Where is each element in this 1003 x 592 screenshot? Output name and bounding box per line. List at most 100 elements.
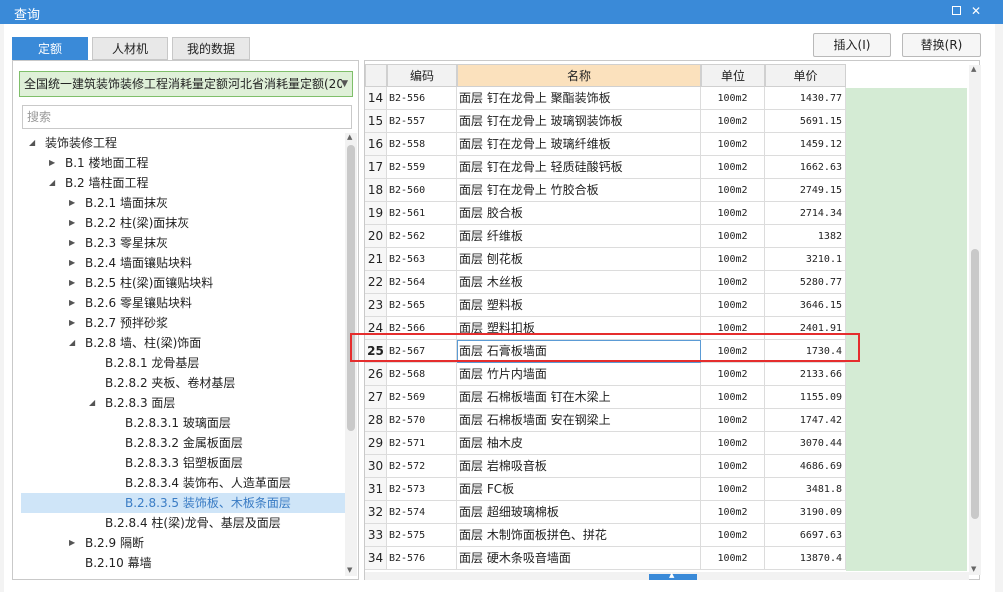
table-cell-num[interactable]: 28 xyxy=(365,409,387,432)
table-cell-price[interactable]: 1459.12 xyxy=(765,133,846,156)
table-cell-name[interactable]: 面层 FC板 xyxy=(457,478,701,501)
table-cell-name[interactable]: 面层 超细玻璃棉板 xyxy=(457,501,701,524)
table-cell-unit[interactable]: 100m2 xyxy=(701,524,765,547)
table-cell-price[interactable]: 1155.09 xyxy=(765,386,846,409)
table-cell-unit[interactable]: 100m2 xyxy=(701,156,765,179)
table-cell-price[interactable]: 6697.63 xyxy=(765,524,846,547)
table-cell-num[interactable]: 26 xyxy=(365,363,387,386)
table-cell-name[interactable]: 面层 木制饰面板拼色、拼花 xyxy=(457,524,701,547)
table-cell-price[interactable]: 5691.15 xyxy=(765,110,846,133)
scrollbar-thumb[interactable] xyxy=(347,145,355,431)
tree-node[interactable]: B.2.8.3.3 铝塑板面层 xyxy=(21,453,346,473)
table-cell-name[interactable]: 面层 钉在龙骨上 玻璃钢装饰板 xyxy=(457,110,701,133)
table-cell-name[interactable]: 面层 刨花板 xyxy=(457,248,701,271)
scroll-up-icon[interactable]: ▲ xyxy=(347,133,352,141)
maximize-icon[interactable] xyxy=(948,3,964,19)
table-cell-price[interactable]: 3070.44 xyxy=(765,432,846,455)
collapsed-arrow-icon[interactable]: ▶ xyxy=(69,253,79,273)
tree-node[interactable]: ▶ B.2.3 零星抹灰 xyxy=(21,233,346,253)
tree-node[interactable]: ◢ 装饰装修工程 xyxy=(21,133,346,153)
table-cell-code[interactable]: B2-564 xyxy=(387,271,457,294)
tree-node[interactable]: B.2.8.3.1 玻璃面层 xyxy=(21,413,346,433)
table-cell-unit[interactable]: 100m2 xyxy=(701,501,765,524)
expanded-arrow-icon[interactable]: ◢ xyxy=(29,133,39,153)
table-cell-price[interactable]: 3190.09 xyxy=(765,501,846,524)
table-cell-num[interactable]: 29 xyxy=(365,432,387,455)
search-input[interactable]: 搜索 xyxy=(22,105,352,129)
table-cell-price[interactable]: 4686.69 xyxy=(765,455,846,478)
table-cell-price[interactable]: 2714.34 xyxy=(765,202,846,225)
table-cell-code[interactable]: B2-560 xyxy=(387,179,457,202)
table-cell-unit[interactable]: 100m2 xyxy=(701,478,765,501)
table-cell-code[interactable]: B2-576 xyxy=(387,547,457,570)
table-cell-code[interactable]: B2-561 xyxy=(387,202,457,225)
scrollbar-thumb[interactable] xyxy=(971,249,979,519)
table-cell-unit[interactable]: 100m2 xyxy=(701,202,765,225)
table-cell-unit[interactable]: 100m2 xyxy=(701,363,765,386)
table-cell-code[interactable]: B2-557 xyxy=(387,110,457,133)
replace-button[interactable]: 替换(R) xyxy=(902,33,981,57)
table-cell-num[interactable]: 19 xyxy=(365,202,387,225)
table-cell-unit[interactable]: 100m2 xyxy=(701,386,765,409)
tree-node[interactable]: ▶ B.1 楼地面工程 xyxy=(21,153,346,173)
table-cell-price[interactable]: 1382 xyxy=(765,225,846,248)
table-cell-price[interactable]: 1430.77 xyxy=(765,87,846,110)
insert-button[interactable]: 插入(I) xyxy=(813,33,891,57)
scroll-down-icon[interactable]: ▼ xyxy=(971,565,976,573)
tree-node[interactable]: ▶ B.2.2 柱(梁)面抹灰 xyxy=(21,213,346,233)
collapsed-arrow-icon[interactable]: ▶ xyxy=(49,153,59,173)
table-cell-price[interactable]: 3210.1 xyxy=(765,248,846,271)
table-cell-price[interactable]: 3481.8 xyxy=(765,478,846,501)
table-cell-price[interactable]: 5280.77 xyxy=(765,271,846,294)
table-cell-num[interactable]: 31 xyxy=(365,478,387,501)
table-cell-num[interactable]: 22 xyxy=(365,271,387,294)
header-code[interactable]: 编码 xyxy=(387,64,457,87)
tree-node[interactable]: B.2.8.4 柱(梁)龙骨、基层及面层 xyxy=(21,513,346,533)
table-cell-unit[interactable]: 100m2 xyxy=(701,133,765,156)
table-cell-code[interactable]: B2-570 xyxy=(387,409,457,432)
table-cell-name[interactable]: 面层 塑料板 xyxy=(457,294,701,317)
table-cell-num[interactable]: 30 xyxy=(365,455,387,478)
expanded-arrow-icon[interactable]: ◢ xyxy=(49,173,59,193)
table-cell-code[interactable]: B2-571 xyxy=(387,432,457,455)
header-unit[interactable]: 单位 xyxy=(701,64,765,87)
tree-node[interactable]: ▶ B.2.7 预拌砂浆 xyxy=(21,313,346,333)
table-cell-code[interactable]: B2-562 xyxy=(387,225,457,248)
tree-node[interactable]: ▶ B.2.6 零星镶贴块料 xyxy=(21,293,346,313)
table-cell-name[interactable]: 面层 纤维板 xyxy=(457,225,701,248)
table-cell-num[interactable]: 23 xyxy=(365,294,387,317)
table-cell-name[interactable]: 面层 钉在龙骨上 竹胶合板 xyxy=(457,179,701,202)
collapsed-arrow-icon[interactable]: ▶ xyxy=(69,293,79,313)
table-cell-price[interactable]: 13870.4 xyxy=(765,547,846,570)
table-cell-code[interactable]: B2-565 xyxy=(387,294,457,317)
table-cell-code[interactable]: B2-556 xyxy=(387,87,457,110)
tree-node[interactable]: B.2.8.3.2 金属板面层 xyxy=(21,433,346,453)
table-cell-unit[interactable]: 100m2 xyxy=(701,179,765,202)
tree-node[interactable]: ▶ B.2.5 柱(梁)面镶贴块料 xyxy=(21,273,346,293)
tree-node[interactable]: B.2.10 幕墙 xyxy=(21,553,346,573)
table-cell-num[interactable]: 20 xyxy=(365,225,387,248)
tree-node[interactable]: ◢ B.2.8 墙、柱(梁)饰面 xyxy=(21,333,346,353)
table-cell-name[interactable]: 面层 木丝板 xyxy=(457,271,701,294)
collapsed-arrow-icon[interactable]: ▶ xyxy=(69,193,79,213)
tree-node[interactable]: ▶ B.2.4 墙面镶贴块料 xyxy=(21,253,346,273)
table-cell-num[interactable]: 27 xyxy=(365,386,387,409)
table-cell-num[interactable]: 17 xyxy=(365,156,387,179)
table-cell-code[interactable]: B2-572 xyxy=(387,455,457,478)
table-cell-name[interactable]: 面层 柚木皮 xyxy=(457,432,701,455)
scroll-down-icon[interactable]: ▼ xyxy=(347,566,352,574)
table-cell-num[interactable]: 34 xyxy=(365,547,387,570)
table-cell-price[interactable]: 3646.15 xyxy=(765,294,846,317)
table-cell-price[interactable]: 2749.15 xyxy=(765,179,846,202)
collapsed-arrow-icon[interactable]: ▶ xyxy=(69,233,79,253)
table-cell-price[interactable]: 1747.42 xyxy=(765,409,846,432)
tree-node[interactable]: B.2.8.2 夹板、卷材基层 xyxy=(21,373,346,393)
table-cell-unit[interactable]: 100m2 xyxy=(701,294,765,317)
table-cell-unit[interactable]: 100m2 xyxy=(701,225,765,248)
table-cell-unit[interactable]: 100m2 xyxy=(701,547,765,570)
table-cell-num[interactable]: 33 xyxy=(365,524,387,547)
horizontal-scrollbar[interactable]: ▲ xyxy=(365,571,969,580)
tab-my-data[interactable]: 我的数据 xyxy=(172,37,250,60)
table-cell-unit[interactable]: 100m2 xyxy=(701,455,765,478)
table-cell-num[interactable]: 15 xyxy=(365,110,387,133)
